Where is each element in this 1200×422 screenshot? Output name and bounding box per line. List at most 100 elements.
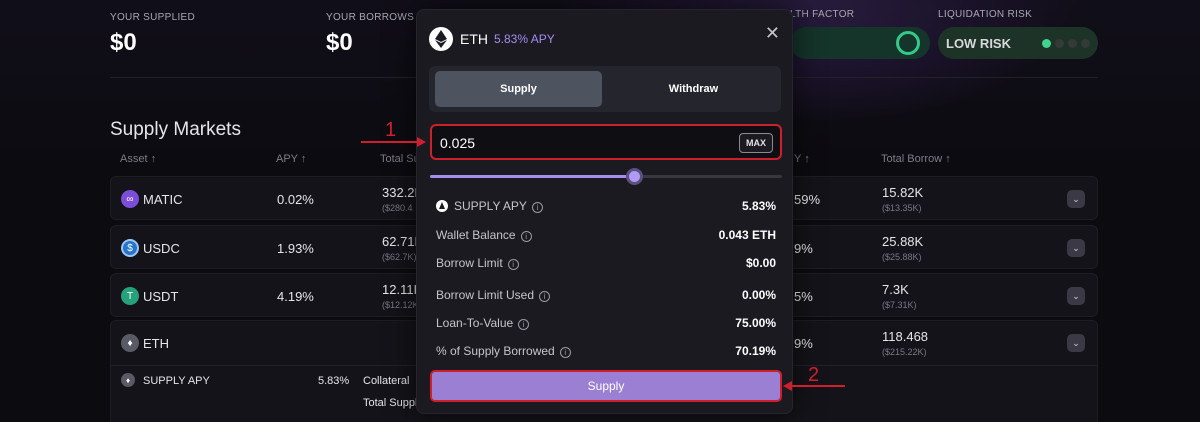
info-label: SUPPLY APY i [436,199,543,213]
info-value: 5.83% [741,199,776,213]
risk-dots [1042,38,1090,48]
asset-name: USDC [143,241,180,256]
asset-total-supply-usd: ($62.7K) [382,252,417,262]
risk-dot-icon [1068,38,1077,48]
asset-name: ETH [143,336,169,351]
risk-dot-icon [1055,38,1064,48]
asset-borrow-apy: 9% [794,336,813,351]
info-icon[interactable]: i [518,319,530,330]
info-row-supply-borrowed: % of Supply Borrowed i 70.19% [436,344,776,362]
asset-apy: 0.02% [277,192,314,207]
info-label-text: Loan-To-Value [436,316,514,330]
info-value: 75.00% [735,316,776,330]
asset-total-borrow: 118.468 [882,329,929,344]
info-value: $0.00 [745,256,776,270]
info-row-borrow-limit: Borrow Limit i $0.00 [436,256,776,274]
section-title: Supply Markets [110,119,241,140]
col-header-borrow-apy[interactable]: Y ↑ [794,153,810,165]
chevron-down-icon[interactable]: ⌄ [1067,287,1085,305]
amount-input[interactable] [440,132,720,154]
modal-asset-title: ETH [460,31,488,47]
info-icon[interactable]: i [531,202,543,213]
detail-collateral-label: Collateral [363,375,410,387]
asset-borrow-apy: 5% [794,289,813,304]
matic-icon: ∞ [121,190,139,208]
info-label: Borrow Limit i [436,256,519,270]
info-row-loan-to-value: Loan-To-Value i 75.00% [436,316,776,334]
asset-total-borrow-usd: ($7.31K) [882,300,917,310]
info-label: Borrow Limit Used i [436,288,551,302]
stat-borrows: YOUR BORROWS $0 [326,12,414,57]
chevron-down-icon[interactable]: ⌄ [1067,190,1085,208]
asset-total-borrow-usd: ($25.88K) [882,252,922,262]
info-icon[interactable]: i [559,347,571,358]
stat-supplied-label: YOUR SUPPLIED [110,12,196,23]
chevron-down-icon[interactable]: ⌄ [1067,334,1085,352]
eth-icon [436,200,448,212]
detail-total-supply-label: Total Suppl [363,397,418,409]
asset-apy: 1.93% [277,241,314,256]
supply-submit-button[interactable]: Supply [430,370,782,402]
arrow-right-icon [417,137,426,147]
info-row-borrow-limit-used: Borrow Limit Used i 0.00% [436,288,776,306]
amount-slider[interactable] [430,168,782,185]
stat-borrows-label: YOUR BORROWS [326,12,415,23]
info-label: Loan-To-Value i [436,316,530,330]
info-label-text: % of Supply Borrowed [436,344,555,358]
asset-borrow-apy: 59% [794,192,821,207]
liquidation-risk-indicator: LOW RISK [938,27,1098,59]
liquidation-risk-value: LOW RISK [946,35,1011,51]
info-row-supply-apy: SUPPLY APY i 5.83% [436,199,776,217]
slider-thumb[interactable] [626,168,644,185]
col-header-apy[interactable]: APY ↑ [276,153,306,165]
supply-withdraw-tabs: Supply Withdraw [429,66,781,112]
amount-field: MAX [430,124,782,160]
risk-dot-icon [1081,38,1090,48]
liquidation-risk-label: LIQUIDATION RISK [938,9,1033,20]
modal-apy: 5.83% APY [494,32,555,46]
asset-name: MATIC [143,192,183,207]
info-label: % of Supply Borrowed i [436,344,571,358]
tab-withdraw[interactable]: Withdraw [610,71,777,107]
info-value: 0.043 ETH [718,228,776,242]
col-header-total-borrow[interactable]: Total Borrow ↑ [881,153,951,165]
stat-supplied: YOUR SUPPLIED $0 [110,12,195,57]
info-icon[interactable]: i [539,291,551,302]
annotation-arrow-1 [361,141,418,143]
asset-total-borrow: 25.88K [882,234,924,249]
eth-icon [429,27,453,51]
info-label-text: Wallet Balance [436,228,516,242]
usdc-icon: $ [121,239,139,257]
info-label: Wallet Balance i [436,228,532,242]
info-label-text: Borrow Limit [436,256,503,270]
asset-total-borrow-usd: ($215.22K) [882,347,927,357]
col-header-total-supply[interactable]: Total Su [380,153,420,165]
annotation-step-1: 1 [385,119,397,141]
info-icon[interactable]: i [520,231,532,242]
info-label-text: SUPPLY APY [454,199,527,213]
info-label-text: Borrow Limit Used [436,288,535,302]
info-value: 70.19% [735,344,776,358]
asset-borrow-apy: 9% [794,241,813,256]
asset-total-borrow: 15.82K [882,185,924,200]
health-factor-label: LTH FACTOR [790,9,855,20]
close-icon[interactable]: ✕ [765,23,780,44]
usdt-icon: T [121,287,139,305]
annotation-arrow-2 [791,385,845,387]
asset-total-supply-usd: ($280.4 [382,203,413,213]
detail-supply-apy-label: SUPPLY APY [143,375,210,387]
col-header-asset[interactable]: Asset ↑ [120,153,156,165]
eth-icon: ♦ [121,373,135,387]
info-icon[interactable]: i [507,259,519,270]
stat-supplied-value: $0 [110,29,137,56]
chevron-down-icon[interactable]: ⌄ [1067,239,1085,257]
tab-supply[interactable]: Supply [435,71,602,107]
info-value: 0.00% [741,288,776,302]
stat-borrows-value: $0 [326,29,353,56]
asset-total-borrow: 7.3K [882,282,909,297]
eth-icon: ♦ [121,334,139,352]
max-button[interactable]: MAX [739,133,773,153]
arrow-left-icon [783,381,792,391]
asset-total-borrow-usd: ($13.35K) [882,203,922,213]
asset-name: USDT [143,289,179,304]
